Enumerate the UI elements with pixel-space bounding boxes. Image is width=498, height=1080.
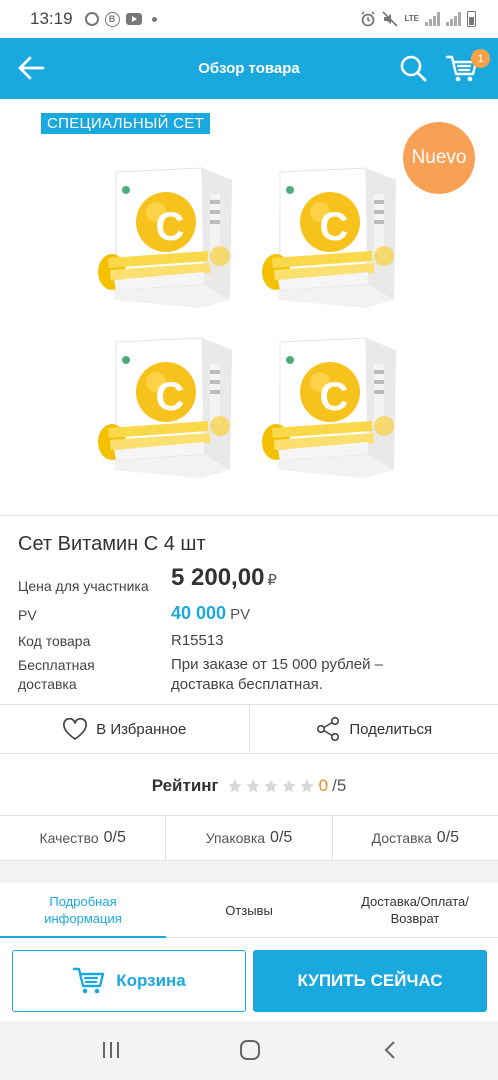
star-icon [227,779,242,793]
tab-label: Подробная [49,894,117,909]
app-header: Обзор товара [0,38,498,99]
svg-text:C: C [320,205,349,249]
sub-rating-value: 0/5 [103,829,126,846]
vitamin-c-box-image: C [256,160,404,315]
share-label: Поделиться [349,720,433,738]
sub-rating-quality: Качество 0/5 [0,816,165,860]
b-icon: B [104,11,120,27]
tab-details[interactable]: Подробная информация [0,883,166,938]
sub-ratings: Качество 0/5 Упаковка 0/5 Доставка 0/5 [0,815,498,861]
product-name: Сет Витамин С 4 шт [18,533,206,555]
svg-text:C: C [320,375,349,419]
status-time: 13:19 [30,9,73,28]
section-separator [0,861,498,883]
sub-rating-value: 0/5 [436,829,459,846]
code-label: Код товара [18,633,91,649]
vitamin-c-box-image: C [92,160,240,315]
vitamin-c-box-image: C [92,330,240,485]
tab-label: Возврат [390,911,440,926]
system-nav-bar [0,1021,498,1080]
delivery-text-line1: При заказе от 15 000 рублей – [171,656,384,673]
share-button[interactable]: Поделиться [248,705,498,753]
star-icon [245,779,260,793]
pv-unit: PV [230,606,251,623]
rating-label: Рейтинг [151,776,219,795]
signal-icon [425,12,440,26]
divider [0,515,498,516]
delivery-label: Бесплатная доставка [18,656,95,694]
tab-reviews[interactable]: Отзывы [166,883,332,937]
action-row: В Избранное Поделиться [0,704,498,754]
star-icon [263,779,278,793]
pv-label: PV [18,607,37,623]
new-badge: Nuevo [403,122,475,194]
status-bar: 13:19 B LTE [0,0,498,38]
vitamin-c-box-image: C [256,330,404,485]
battery-icon [467,11,476,27]
pv-amount: 40 000 [171,603,227,623]
heart-icon [63,717,88,740]
svg-text:C: C [156,205,185,249]
network-type: LTE [404,14,419,23]
search-icon[interactable] [399,54,427,82]
bottom-action-bar: Корзина КУПИТЬ СЕЙЧАС [0,941,498,1021]
tab-label: Доставка/Оплата/ [361,894,469,909]
share-icon [317,716,340,742]
delivery-text: При заказе от 15 000 рублей – доставка б… [171,655,383,695]
product-code: R15513 [171,632,224,649]
recent-apps-icon[interactable] [100,1039,122,1061]
star-icon [299,779,314,793]
mute-icon [382,11,399,27]
pv-value: 40 000 PV [171,603,250,625]
chrome-icon [84,12,99,26]
cart-icon [73,967,105,994]
signal-icon-2 [446,12,461,26]
delivery-label-line2: доставка [18,676,77,692]
cart-button-label: Корзина [116,971,186,990]
sub-rating-label: Доставка [371,830,432,846]
buy-button-label: КУПИТЬ СЕЙЧАС [297,971,443,990]
favorite-button[interactable]: В Избранное [0,705,249,753]
cart-count-badge: 1 [471,49,490,68]
buy-now-button[interactable]: КУПИТЬ СЕЙЧАС [253,950,487,1012]
special-set-label: СПЕЦИАЛЬНЫЙ СЕТ [41,113,211,134]
tab-delivery-payment-return[interactable]: Доставка/Оплата/Возврат [332,883,498,937]
price-value: 5 200,00 ₽ [171,566,277,591]
tab-label: информация [44,911,122,926]
sub-rating-value: 0/5 [270,829,293,846]
svg-text:C: C [156,375,185,419]
back-icon[interactable] [380,1039,400,1061]
back-arrow-icon[interactable] [16,55,46,81]
add-to-cart-button[interactable]: Корзина [12,950,246,1012]
rating-value: 0 [318,776,329,795]
sub-rating-label: Упаковка [205,830,266,846]
sub-rating-delivery: Доставка 0/5 [331,816,498,860]
sub-rating-packaging: Упаковка 0/5 [165,816,331,860]
home-icon[interactable] [238,1039,262,1061]
sub-rating-label: Качество [39,830,99,846]
price-label: Цена для участника [18,578,149,594]
delivery-text-line2: доставка бесплатная. [171,676,323,693]
alarm-icon [361,11,376,27]
info-tabs: Подробная информация Отзывы Доставка/Опла… [0,883,498,938]
star-icon [281,779,296,793]
rating-summary: Рейтинг 0/5 [0,766,498,806]
dot-icon [151,16,157,22]
price-amount: 5 200,00 [171,564,265,591]
delivery-label-line1: Бесплатная [18,657,95,673]
rating-stars [227,778,315,794]
favorite-label: В Избранное [96,720,187,738]
currency-symbol: ₽ [267,572,277,589]
tab-label: Отзывы [225,902,273,918]
rating-max: /5 [332,776,347,795]
youtube-icon [125,13,142,25]
